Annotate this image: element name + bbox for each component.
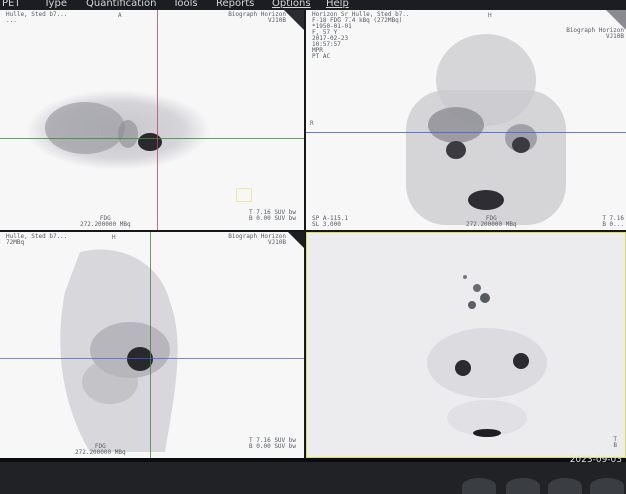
menu-bar: PET Type Quantification Tools Reports Op…	[0, 0, 626, 10]
crosshair-vertical[interactable]	[157, 10, 158, 230]
scanner-info-overlay: Biograph Horizon VJ10B	[228, 233, 286, 246]
menu-pet[interactable]: PET	[2, 0, 20, 9]
slice-position-overlay: SP A-115.1 SL 3.000	[312, 215, 349, 228]
transaxial-image	[26, 90, 210, 170]
transaxial-viewport[interactable]: A Hulle, Sted b7... ... Biograph Horizon…	[0, 10, 304, 230]
orientation-label-top: A	[118, 12, 122, 19]
tracer-dose-overlay: FDG 272.200000 MBq	[466, 215, 517, 228]
crosshair-horizontal[interactable]	[0, 358, 304, 359]
scanner-info-overlay: Biograph Horizon VJ10B	[566, 27, 624, 40]
monitor-button	[462, 478, 496, 494]
tracer-dose-overlay: FDG 272.200000 MBq	[80, 215, 131, 228]
menu-quantification[interactable]: Quantification	[86, 0, 156, 9]
patient-info-overlay: Hulle, Sted b7... ...	[6, 11, 68, 24]
window-level-overlay: T B	[613, 436, 617, 449]
viewport-corner-handle[interactable]	[284, 10, 304, 30]
orientation-label-top: H	[112, 234, 116, 241]
menu-help[interactable]: Help	[326, 0, 349, 9]
patient-info-overlay: Horizon_Sr_Hulle, Sted b7.. F-18 FDG 7.4…	[312, 11, 410, 60]
window-level-overlay: T 7.16 B 0...	[602, 215, 624, 228]
crosshair-horizontal[interactable]	[306, 132, 626, 133]
tracer-dose-overlay: FDG 272.200000 MBq	[75, 443, 126, 456]
window-level-overlay: T 7.16 SUV bw B 0.00 SUV bw	[249, 437, 296, 450]
crosshair-vertical[interactable]	[150, 232, 151, 458]
scanner-info-overlay: Biograph Horizon VJ10B	[228, 11, 286, 24]
sagittal-viewport[interactable]: H Hulle, Sted b7... 72MBq Biograph Horiz…	[0, 232, 304, 458]
orientation-label-left: R	[310, 120, 314, 127]
monitor-button	[506, 478, 540, 494]
menu-options[interactable]: Options	[272, 0, 311, 9]
monitor-button	[548, 478, 582, 494]
viewport-corner-handle[interactable]	[288, 232, 304, 248]
window-level-overlay: T 7.16 SUV bw B 0.00 SUV bw	[249, 209, 296, 222]
colorscale-swatch[interactable]	[236, 188, 252, 202]
mip-viewport[interactable]: T B	[306, 232, 626, 458]
coronal-viewport[interactable]: H R Horizon_Sr_Hulle, Sted b7.. F-18 FDG…	[306, 10, 626, 230]
menu-tools[interactable]: Tools	[173, 0, 198, 9]
viewer-screen: A Hulle, Sted b7... ... Biograph Horizon…	[0, 10, 626, 458]
menu-reports[interactable]: Reports	[216, 0, 254, 9]
orientation-label-top: H	[488, 12, 492, 19]
mip-image	[427, 275, 547, 437]
monitor-button	[590, 478, 624, 494]
sagittal-image	[60, 249, 178, 452]
menu-type[interactable]: Type	[44, 0, 67, 9]
crosshair-horizontal[interactable]	[0, 138, 304, 139]
patient-info-overlay: Hulle, Sted b7... 72MBq	[6, 233, 68, 246]
